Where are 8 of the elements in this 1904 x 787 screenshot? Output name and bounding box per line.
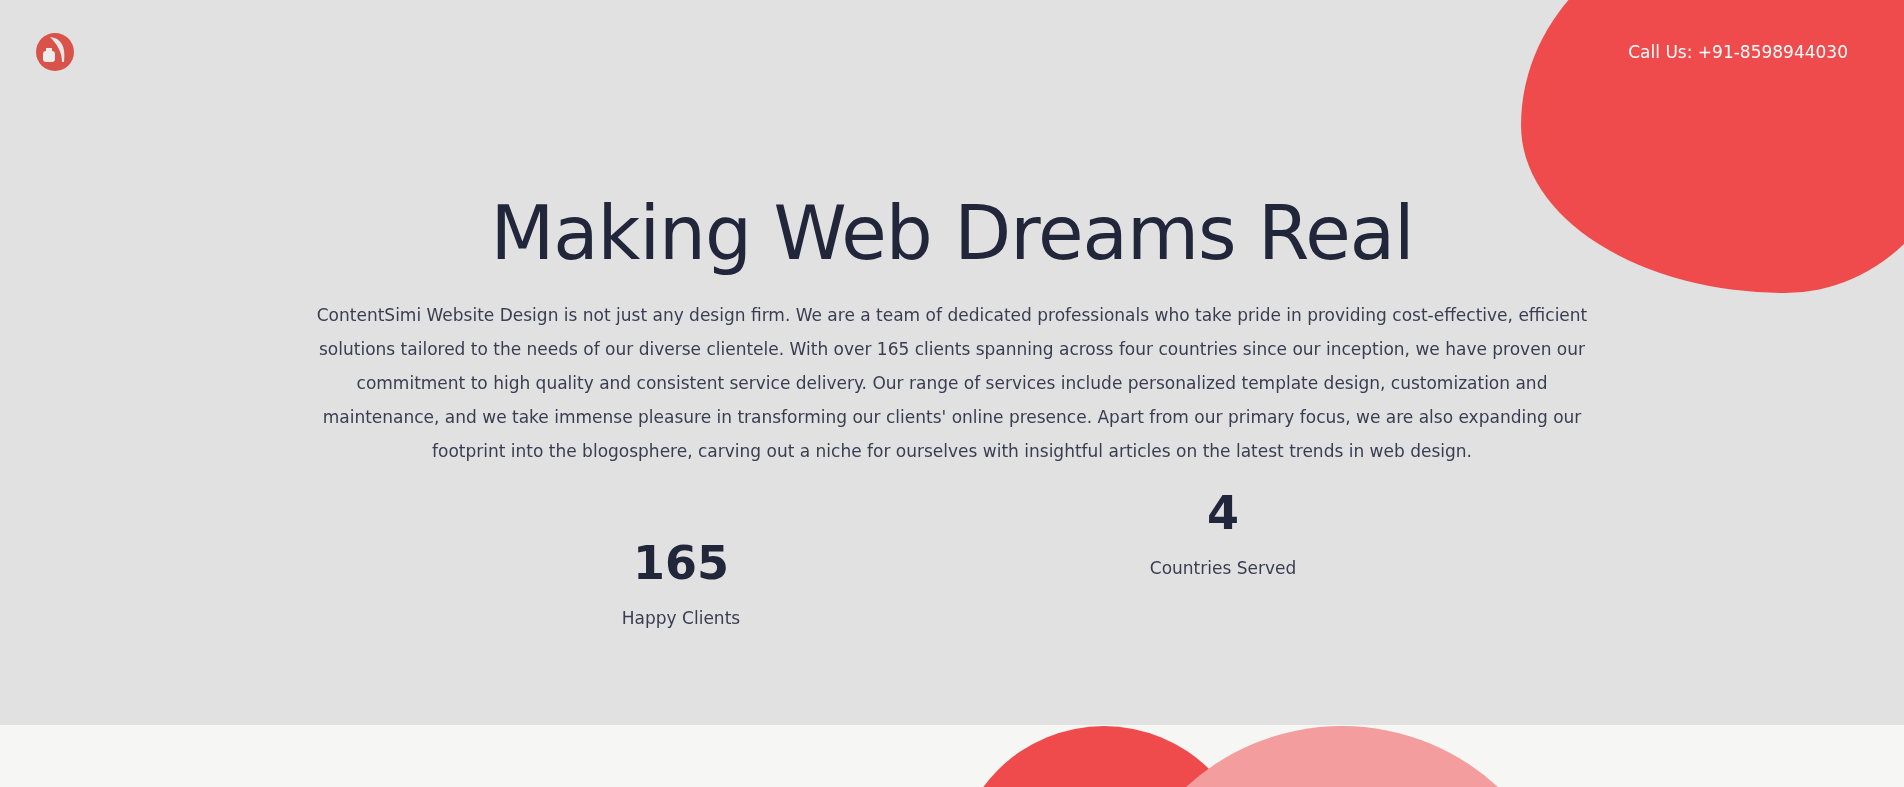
stat-number: 165 <box>633 536 729 590</box>
phone-link[interactable]: Call Us: +91-8598944030 <box>1628 42 1848 62</box>
stat-number: 4 <box>1207 486 1239 540</box>
hero-description: ContentSimi Website Design is not just any design firm. We are a team of dedicated professionals who take pride in providing cost-effective, efficient solutions tailored to the needs of our diverse clientele. With over 165 clients spanning across four countries since our inception, we have proven our commitment to high quality and consistent service delivery. Our range of services include personalized template design, customization and maintenance, and we take immense pleasure in transforming our clients' online presence. Apart from our primary focus, we are also expanding our footprint into the blogosphere, carving out a niche for ourselves with insightful articles on the latest trends in web design. <box>315 304 1589 463</box>
stat-label: Countries Served <box>1149 558 1297 578</box>
logo-icon <box>35 32 75 72</box>
stat-label: Happy Clients <box>621 608 741 628</box>
hero-title: Making Web Dreams Real <box>489 190 1415 276</box>
